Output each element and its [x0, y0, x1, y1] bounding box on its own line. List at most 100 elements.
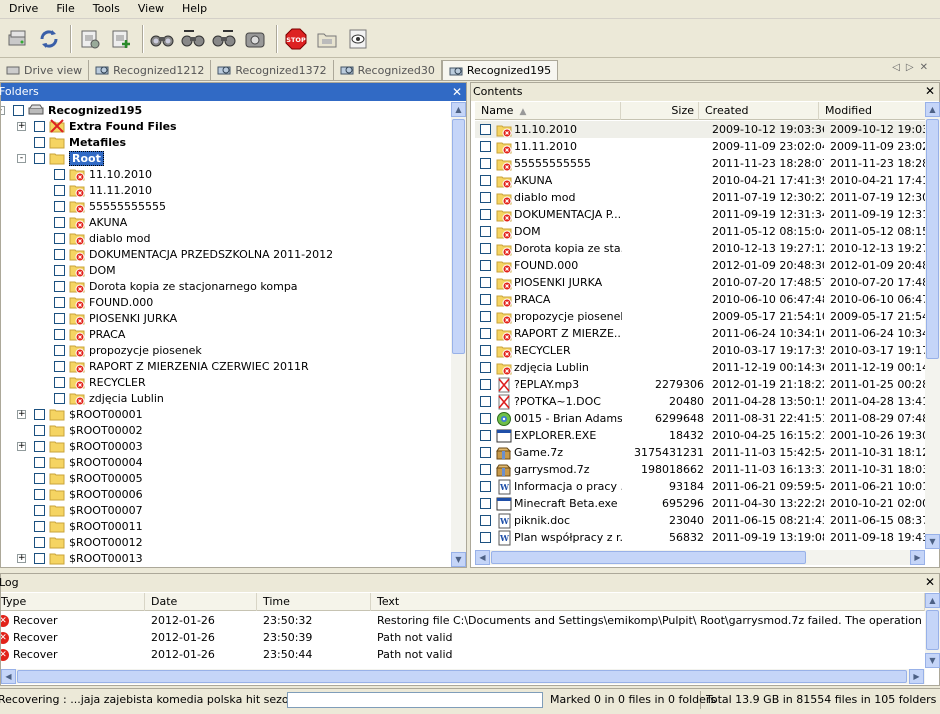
file-row[interactable]: 0015 - Brian Adams... 6299648 2011-08-31 2… — [475, 410, 925, 427]
tree-item[interactable]: $ROOT00007 — [17, 502, 143, 518]
tree-item[interactable]: 11.10.2010 — [37, 166, 152, 182]
tree-item[interactable]: $ROOT00011 — [17, 518, 143, 534]
checkbox[interactable] — [54, 184, 65, 196]
checkbox[interactable] — [480, 192, 491, 203]
checkbox[interactable] — [54, 312, 65, 324]
column-created[interactable]: Created — [699, 102, 819, 120]
folders-close-icon[interactable]: ✕ — [452, 85, 462, 99]
checkbox[interactable] — [34, 152, 45, 164]
checkbox[interactable] — [480, 464, 491, 475]
log-column-time[interactable]: Time — [257, 593, 371, 611]
column-modified[interactable]: Modified — [819, 102, 935, 120]
tree-item[interactable]: $ROOT00002 — [17, 422, 143, 438]
checkbox[interactable] — [34, 472, 45, 484]
tab-recognized1212[interactable]: Recognized1212 — [89, 60, 212, 80]
scroll-down-icon[interactable]: ▼ — [925, 534, 940, 549]
tree-item[interactable]: diablo mod — [37, 230, 150, 246]
checkbox[interactable] — [54, 392, 65, 404]
scan-button[interactable] — [241, 25, 269, 53]
tree-item[interactable]: Dorota kopia ze stacjonarnego kompa — [37, 278, 298, 294]
log-vertical-scrollbar[interactable]: ▲ ▼ — [925, 593, 940, 668]
file-row[interactable]: 55555555555 2011-11-23 18:28:07 2011-11-23… — [475, 155, 925, 172]
checkbox[interactable] — [480, 396, 491, 407]
log-column-type[interactable]: Type — [1, 593, 145, 611]
scroll-right-icon[interactable]: ▶ — [910, 550, 925, 565]
scroll-up-icon[interactable]: ▲ — [925, 593, 940, 608]
tree-root[interactable]: - Recognized195 — [1, 102, 142, 118]
checkbox[interactable] — [480, 277, 491, 288]
tree-item[interactable]: DOM — [37, 262, 116, 278]
contents-close-icon[interactable]: ✕ — [925, 84, 935, 98]
checkbox[interactable] — [54, 232, 65, 244]
file-row[interactable]: DOM 2011-05-12 08:15:04 2011-05-12 08:15:0… — [475, 223, 925, 240]
preview-button[interactable] — [344, 25, 372, 53]
tree-item[interactable]: zdjęcia Lublin — [37, 390, 164, 406]
tree-item[interactable]: $ROOT00012 — [17, 534, 143, 550]
menu-tools[interactable]: Tools — [84, 0, 129, 18]
tree-item[interactable]: propozycje piosenek — [37, 342, 202, 358]
column-name[interactable]: Name ▲ — [475, 102, 621, 120]
checkbox[interactable] — [480, 311, 491, 322]
tree-item[interactable]: $ROOT00005 — [17, 470, 143, 486]
tree-item[interactable]: FOUND.000 — [37, 294, 153, 310]
contents-horizontal-scrollbar[interactable]: ◀ ▶ — [475, 550, 925, 565]
scroll-down-icon[interactable]: ▼ — [451, 552, 466, 567]
checkbox[interactable] — [13, 104, 24, 116]
column-size[interactable]: Size — [621, 102, 699, 120]
log-hscroll-thumb[interactable] — [17, 670, 907, 683]
file-row[interactable]: Minecraft Beta.exe 695296 2011-04-30 13:22… — [475, 495, 925, 512]
tree-item[interactable]: + $ROOT00013 — [17, 550, 143, 566]
menu-view[interactable]: View — [129, 0, 173, 18]
checkbox[interactable] — [54, 280, 65, 292]
checkbox[interactable] — [480, 345, 491, 356]
checkbox[interactable] — [480, 294, 491, 305]
scroll-left-icon[interactable]: ◀ — [475, 550, 490, 565]
tree-item[interactable]: AKUNA — [37, 214, 127, 230]
contents-scroll-thumb[interactable] — [926, 119, 939, 359]
log-close-icon[interactable]: ✕ — [925, 575, 935, 589]
log-column-date[interactable]: Date — [145, 593, 257, 611]
checkbox[interactable] — [54, 296, 65, 308]
tree-item[interactable]: Metafiles — [17, 134, 126, 150]
menu-file[interactable]: File — [47, 0, 83, 18]
folders-vertical-scrollbar[interactable]: ▲ ▼ — [451, 102, 466, 567]
checkbox[interactable] — [480, 124, 491, 135]
file-row[interactable]: AKUNA 2010-04-21 17:41:39 2010-04-21 17:41… — [475, 172, 925, 189]
folder-tree[interactable]: - Recognized195 + Extra Found Files Metafile… — [1, 102, 451, 567]
menu-help[interactable]: Help — [173, 0, 216, 18]
log-row[interactable]: ✕ Recover 2012-01-26 23:50:39 Path not valid — [1, 629, 925, 646]
tree-item[interactable]: PIOSENKI JURKA — [37, 310, 177, 326]
search-previous-button[interactable] — [210, 25, 238, 53]
checkbox[interactable] — [54, 200, 65, 212]
scroll-down-icon[interactable]: ▼ — [925, 653, 940, 668]
expand-icon[interactable]: + — [17, 409, 26, 419]
checkbox[interactable] — [34, 456, 45, 468]
scroll-up-icon[interactable]: ▲ — [925, 102, 940, 117]
scroll-left-icon[interactable]: ◀ — [1, 669, 16, 684]
expand-icon[interactable]: + — [17, 121, 26, 131]
checkbox[interactable] — [54, 376, 65, 388]
file-row[interactable]: W Informacja o pracy ... 93184 2011-06-21 0… — [475, 478, 925, 495]
checkbox[interactable] — [34, 488, 45, 500]
checkbox[interactable] — [480, 226, 491, 237]
file-row[interactable]: ?EPLAY.mp3 2279306 2012-01-19 21:18:22 2011… — [475, 376, 925, 393]
collapse-icon[interactable]: - — [1, 105, 5, 115]
contents-hscroll-thumb[interactable] — [491, 551, 806, 564]
checkbox[interactable] — [480, 379, 491, 390]
log-row[interactable]: ✕ Recover 2012-01-26 23:50:44 Path not valid — [1, 646, 925, 663]
checkbox[interactable] — [480, 447, 491, 458]
checkbox[interactable] — [480, 515, 491, 526]
checkbox[interactable] — [480, 430, 491, 441]
search-next-button[interactable] — [179, 25, 207, 53]
checkbox[interactable] — [34, 136, 45, 148]
folders-scroll-thumb[interactable] — [452, 119, 465, 354]
checkbox[interactable] — [34, 120, 45, 132]
file-row[interactable]: RECYCLER 2010-03-17 19:17:35 2010-03-17 19… — [475, 342, 925, 359]
checkbox[interactable] — [480, 532, 491, 543]
checkbox[interactable] — [54, 328, 65, 340]
tree-item[interactable]: RECYCLER — [37, 374, 146, 390]
log-scroll-thumb[interactable] — [926, 610, 939, 650]
checkbox[interactable] — [34, 536, 45, 548]
menu-drive[interactable]: Drive — [0, 0, 47, 18]
checkbox[interactable] — [480, 209, 491, 220]
